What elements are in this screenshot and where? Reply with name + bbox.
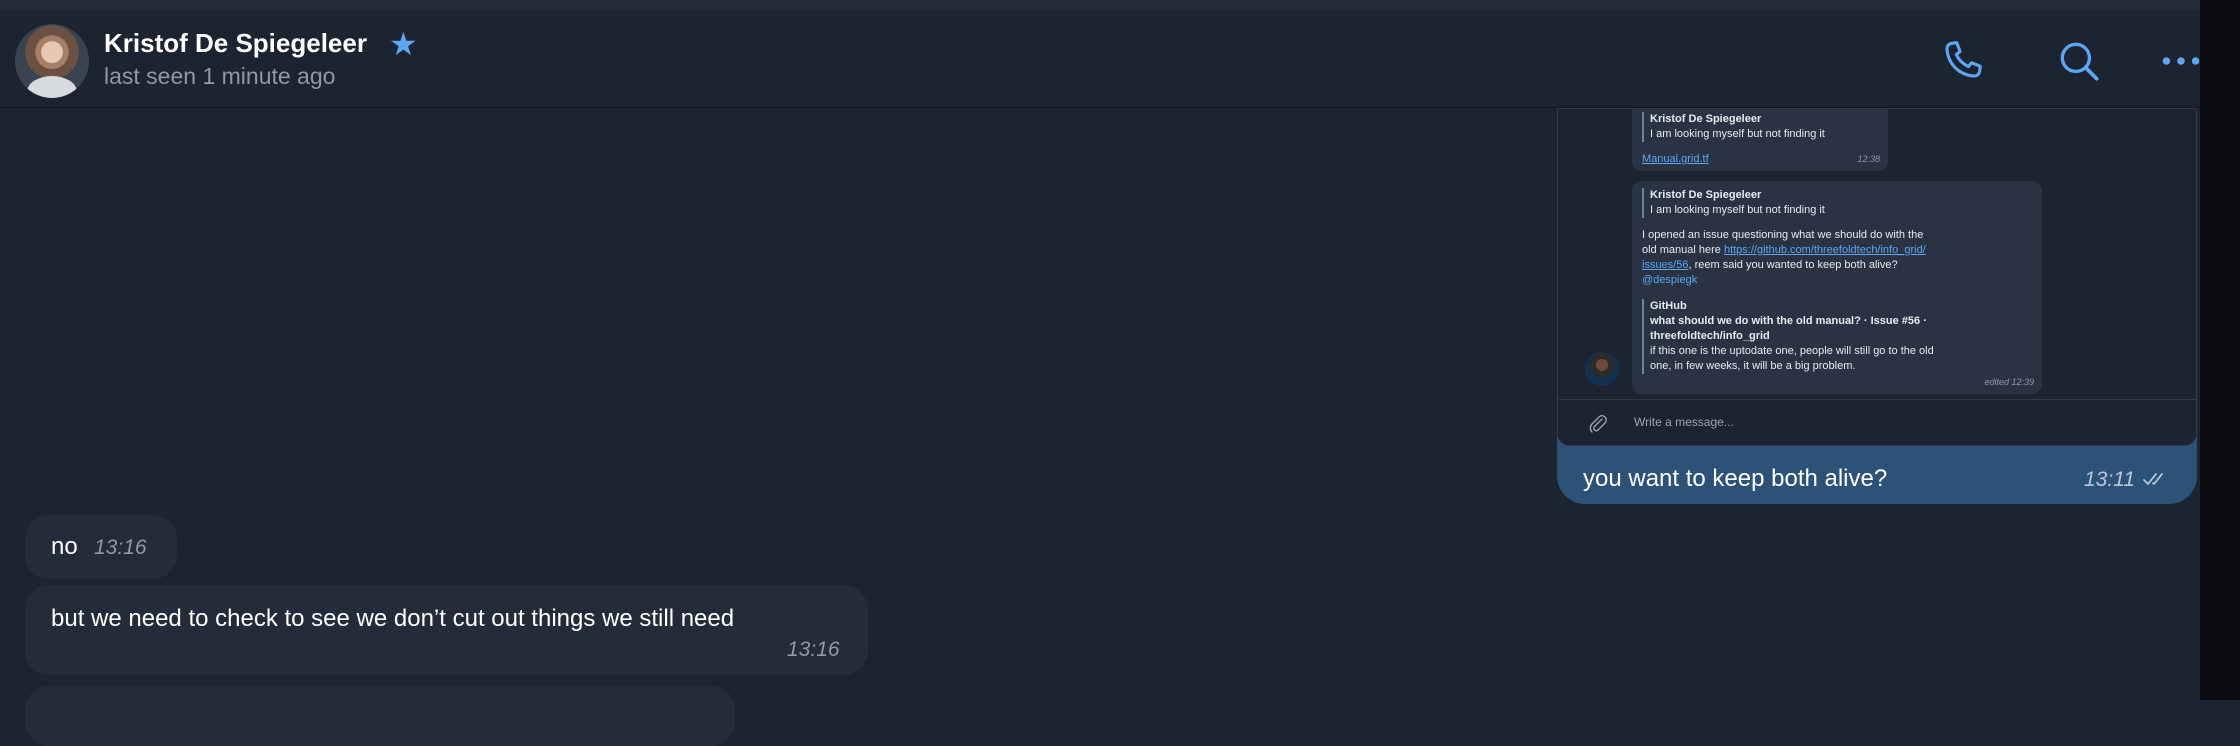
screenshot-link: issues/56 [1642,259,1689,271]
screenshot-reply-author: Kristof De Spiegeleer [1650,113,1762,125]
preview-title: what should we do with the old manual? ·… [1650,315,1927,327]
screenshot-input-placeholder: Write a message... [1634,415,1734,429]
preview-title: threefoldtech/info_grid [1650,330,1770,342]
message-text: but we need to check to see we don’t cut… [51,605,735,632]
screenshot-bubble-2: Kristof De Spiegeleer I am looking mysel… [1632,181,2042,394]
contact-name[interactable]: Kristof De Spiegeleer [104,28,367,59]
screenshot-time: edited 12:39 [1984,377,2034,387]
preview-desc: one, in few weeks, it will be a big prob… [1650,360,1856,372]
outgoing-message[interactable]: Kristof De Spiegeleer I am looking mysel… [1557,108,2197,504]
star-icon: ★ [389,26,418,62]
screenshot-body-line: I opened an issue questioning what we sh… [1642,229,1924,241]
search-icon[interactable] [2054,36,2104,86]
chat-header: Kristof De Spiegeleer ★ last seen 1 minu… [0,10,2200,108]
paperclip-icon [1589,415,1607,433]
screenshot-link: Manual.grid.tf [1642,153,1709,165]
contact-avatar[interactable] [15,24,89,98]
screenshot-avatar [1585,352,1619,386]
window-edge [2200,0,2240,700]
screenshot-reply-text: I am looking myself but not finding it [1650,128,1825,140]
screenshot-bubble-1: Kristof De Spiegeleer I am looking mysel… [1632,109,1888,171]
message-time: 13:16 [787,638,840,661]
screenshot-message-input: Write a message... [1558,399,2196,445]
preview-desc: if this one is the uptodate one, people … [1650,345,1934,357]
screenshot-time: 12:38 [1857,154,1880,164]
message-time: 13:11 [2084,468,2135,491]
screenshot-body-line: old manual here [1642,244,1721,256]
preview-site: GitHub [1650,300,1687,312]
incoming-message[interactable]: but we need to check to see we don’t cut… [25,585,868,675]
double-check-icon [2143,473,2163,485]
screenshot-mention: @despiegk [1642,274,1698,286]
last-seen-status: last seen 1 minute ago [104,63,336,89]
screenshot-link: https://github.com/threefoldtech/info_gr… [1723,244,1926,256]
screenshot-reply-text: I am looking myself but not finding it [1650,204,1825,216]
screenshot-body-line: , reem said you wanted to keep both aliv… [1688,259,1898,271]
more-icon[interactable] [2156,36,2206,86]
message-text: you want to keep both alive? [1583,465,1888,492]
incoming-message[interactable]: no 13:16 [25,515,177,579]
window-top-strip [0,0,2200,10]
screenshot-reply-author: Kristof De Spiegeleer [1650,189,1762,201]
message-time: 13:16 [94,536,147,559]
phone-icon[interactable] [1938,36,1988,86]
message-screenshot-image[interactable]: Kristof De Spiegeleer I am looking mysel… [1557,108,2197,446]
incoming-message[interactable] [25,686,735,746]
screenshot-link-preview: GitHub what should we do with the old ma… [1642,299,2035,374]
message-text: no [51,533,78,560]
